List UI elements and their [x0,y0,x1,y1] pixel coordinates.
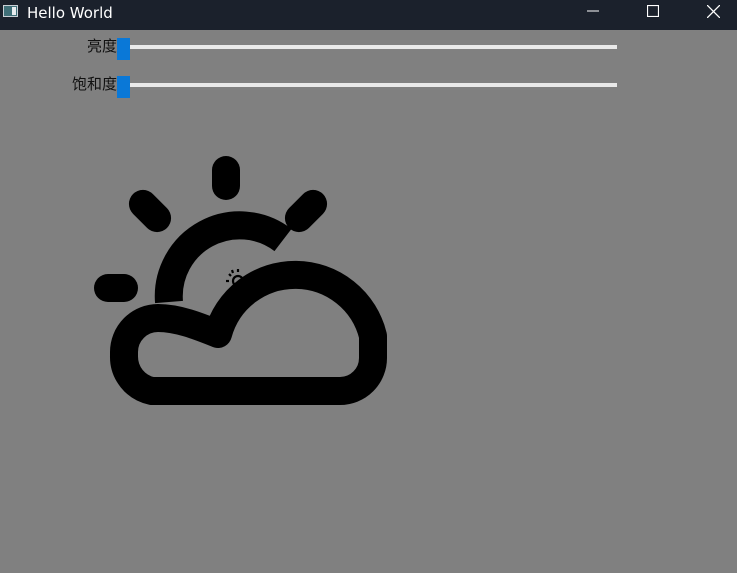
close-icon [707,5,720,18]
window-title: Hello World [27,4,113,22]
close-button[interactable] [690,0,736,30]
brightness-slider-row: 亮度 [0,36,737,60]
partly-cloudy-icon [94,156,387,405]
saturation-slider-thumb[interactable] [117,76,130,98]
brightness-slider-thumb[interactable] [117,38,130,60]
saturation-slider-row: 饱和度 [0,74,737,98]
app-window-icon [3,5,18,17]
saturation-slider-track[interactable] [118,83,617,87]
maximize-button[interactable] [630,0,676,30]
saturation-label: 饱和度 [71,75,117,93]
minimize-icon [587,10,599,12]
brightness-label: 亮度 [86,37,117,55]
maximize-icon [647,5,659,17]
minimize-button[interactable] [570,0,616,30]
title-bar[interactable]: Hello World [0,0,737,30]
app-window: Hello World 亮度 饱和度 [0,0,737,573]
brightness-slider-track[interactable] [118,45,617,49]
